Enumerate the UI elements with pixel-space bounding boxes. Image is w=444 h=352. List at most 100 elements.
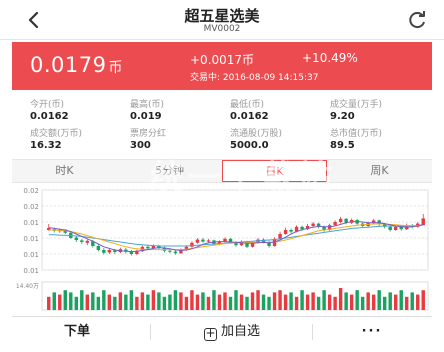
- volume-bar: [256, 290, 260, 310]
- place-order-button[interactable]: 下单: [12, 317, 142, 347]
- volume-bar: [107, 294, 112, 310]
- volume-bar: [344, 292, 348, 310]
- price-change: +0.0017币: [190, 53, 255, 67]
- volume-bar: [168, 294, 172, 310]
- volume-bar: [250, 292, 255, 310]
- price-banner: 0.0179 币 +0.0017币 +10.49% 交易中: 2016-08-09…: [12, 42, 432, 90]
- stat-market-cap: 总市值(万币) 89.5: [330, 126, 430, 151]
- stats-grid: 今开(币) 0.0162 最高(币) 0.019 最低(币) 0.0162 成交量(万…: [12, 93, 432, 155]
- candle-body: [333, 222, 337, 226]
- candle-body: [388, 226, 392, 230]
- volume-bar: [311, 292, 315, 310]
- volume-bar: [223, 292, 227, 310]
- stat-float-shares: 流通股(万股) 5000.0: [230, 126, 330, 151]
- y-tick-label: 0.01: [23, 219, 39, 227]
- candle-body: [338, 218, 343, 222]
- volume-bar: [80, 290, 84, 310]
- app: 超五星选美 MV0002 0.0179 币 +0.0017币 +10.49% 交易…: [0, 0, 444, 352]
- volume-bar: [217, 294, 222, 310]
- tab-hour-k[interactable]: 时K: [12, 160, 117, 182]
- candle-body: [173, 251, 178, 254]
- stat-label: 最低(币): [230, 100, 265, 110]
- candle-body: [146, 246, 150, 249]
- add-watchlist-button[interactable]: + 加自选: [157, 317, 307, 347]
- volume-bar: [355, 290, 359, 310]
- volume-bar: [405, 296, 409, 310]
- volume-bar: [228, 296, 233, 310]
- volume-bar: [338, 288, 343, 310]
- volume-bar: [300, 290, 304, 310]
- volume-bar: [283, 294, 288, 310]
- stat-volume: 成交量(万手) 9.20: [330, 97, 430, 122]
- candle-body: [80, 240, 84, 242]
- volume-bar: [349, 294, 354, 310]
- volume-bar: [421, 290, 425, 310]
- volume-bar: [85, 294, 90, 310]
- kline-chart[interactable]: 0.02 0.02 0.01 0.01 0.01 0.01 14.40万: [12, 186, 432, 312]
- candle-body: [201, 239, 205, 242]
- volume-bar: [179, 292, 183, 310]
- stat-label: 总市值(万币): [330, 129, 383, 139]
- price-plot-frame: [41, 189, 429, 271]
- volume-bar: [52, 292, 56, 310]
- stat-label: 最高(币): [130, 100, 165, 110]
- y-tick-label: 0.01: [23, 251, 39, 259]
- volume-bar: [377, 290, 381, 310]
- tab-day-k[interactable]: 日K: [222, 160, 327, 182]
- tab-week-k[interactable]: 周K: [327, 160, 432, 182]
- stat-label: 今开(币): [30, 100, 65, 110]
- y-tick-label: 0.02: [23, 187, 39, 195]
- tab-5min[interactable]: 5分钟: [117, 160, 222, 182]
- volume-bar: [394, 294, 398, 310]
- stat-high: 最高(币) 0.019: [130, 97, 230, 122]
- candle-body: [74, 237, 78, 240]
- add-watchlist-label: 加自选: [220, 324, 260, 339]
- bottom-action-bar: 下单 + 加自选 ···: [12, 316, 432, 346]
- volume-bar: [294, 296, 299, 310]
- stock-code: MV0002: [203, 24, 241, 34]
- candle-body: [206, 240, 211, 242]
- stat-value: 5000.0: [230, 140, 269, 151]
- page-title: 超五星选美: [184, 7, 260, 25]
- volume-bar: [91, 292, 95, 310]
- volume-bar: [63, 290, 67, 310]
- volume-bar: [382, 296, 387, 310]
- volume-bar: [322, 290, 326, 310]
- volume-bar: [239, 294, 244, 310]
- volume-bar: [173, 290, 178, 310]
- volume-bar: [267, 296, 271, 310]
- stat-value: 0.019: [130, 111, 162, 122]
- trade-status: 交易中: 2016-08-09 14:15:37: [190, 73, 319, 83]
- volume-bar: [102, 290, 106, 310]
- volume-bar: [195, 294, 200, 310]
- chart-period-tabs: 时K 5分钟 日K 周K: [12, 159, 432, 183]
- candle-body: [85, 240, 90, 243]
- top-bar: 超五星选美 MV0002: [0, 0, 444, 40]
- candle-body: [195, 239, 200, 243]
- volume-bar: [129, 290, 134, 310]
- volume-bar: [278, 290, 282, 310]
- more-button[interactable]: ···: [312, 317, 432, 347]
- volume-bar: [69, 292, 73, 310]
- y-tick-label: 0.01: [23, 267, 39, 275]
- stat-value: 0.0162: [30, 111, 69, 122]
- divider: [150, 324, 151, 340]
- refresh-button[interactable]: [406, 9, 428, 31]
- candle-body: [96, 246, 101, 250]
- candle-body: [283, 230, 288, 234]
- volume-bar: [151, 290, 156, 310]
- volume-bar: [305, 294, 310, 310]
- stat-dividend: 票房分红 300: [130, 126, 230, 151]
- volume-bar: [388, 292, 392, 310]
- candle-body: [107, 250, 112, 253]
- volume-bar: [371, 294, 376, 310]
- stat-label: 流通股(万股): [230, 129, 283, 139]
- volume-bar: [416, 294, 420, 310]
- volume-bar: [157, 292, 161, 310]
- price-unit: 币: [108, 60, 123, 76]
- candle-body: [311, 223, 315, 226]
- price-change-percent: +10.49%: [302, 51, 358, 65]
- ma5-line: [48, 221, 424, 253]
- volume-bar: [135, 296, 139, 310]
- volume-bar: [118, 292, 123, 310]
